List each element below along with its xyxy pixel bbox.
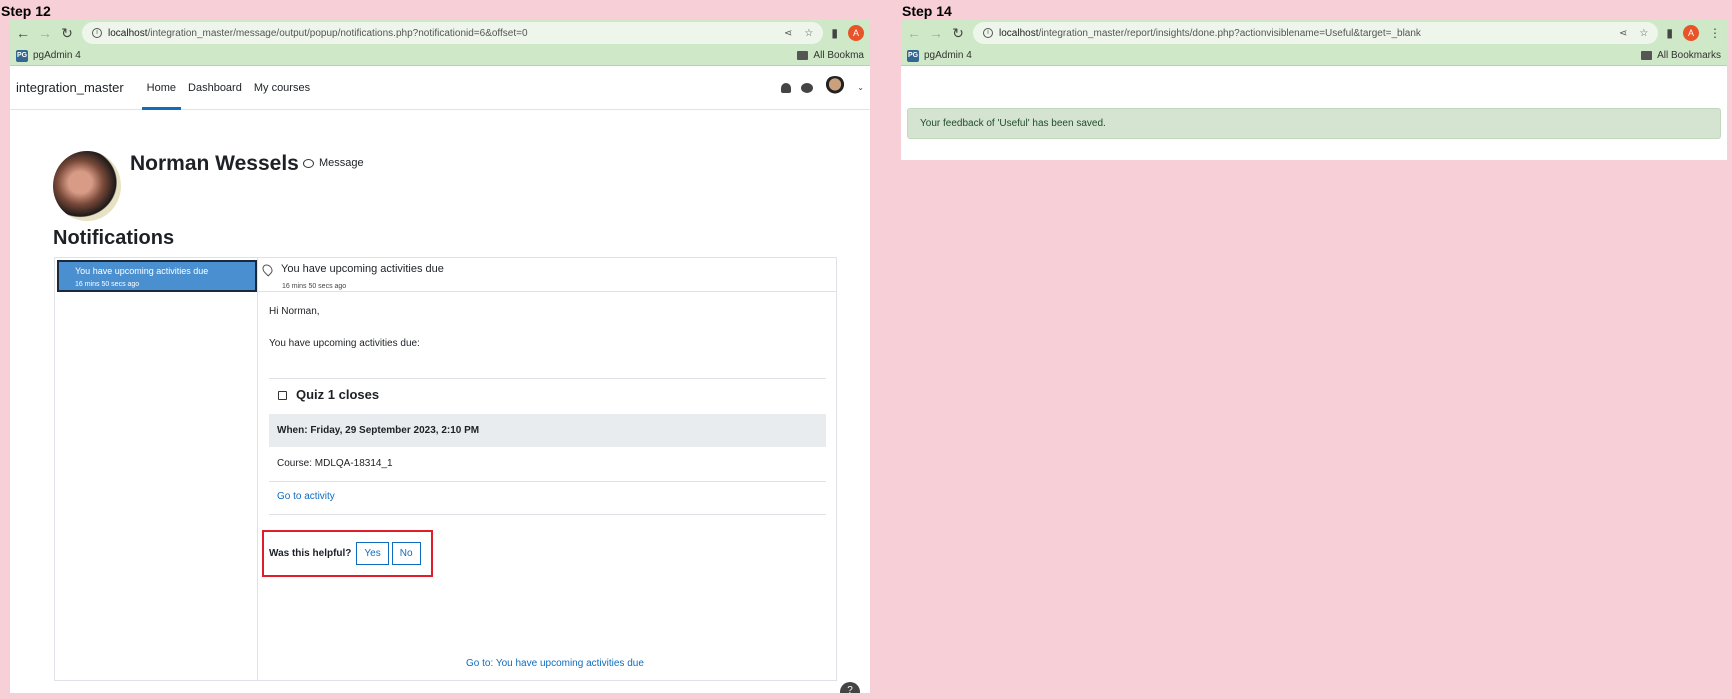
no-button[interactable]: No <box>391 542 421 565</box>
url-host: localhost <box>108 27 148 39</box>
go-to-activity-link[interactable]: Go to activity <box>277 491 335 502</box>
address-bar[interactable]: i localhost/integration_master/report/in… <box>973 22 1659 44</box>
forward-icon[interactable]: → <box>929 26 943 40</box>
pgadmin-icon: PG <box>907 49 919 62</box>
all-bookmarks[interactable]: All Bookma <box>813 50 864 61</box>
browser-toolbar: ← → ↻ i localhost/integration_master/rep… <box>901 20 1727 46</box>
browser-window-step14: ← → ↻ i localhost/integration_master/rep… <box>901 20 1727 160</box>
list-item-time: 16 mins 50 secs ago <box>75 281 140 288</box>
quiz-title: Quiz 1 closes <box>296 387 380 402</box>
yes-button[interactable]: Yes <box>356 542 389 565</box>
side-panel-icon[interactable]: ▮ <box>1666 26 1673 40</box>
nav-my-courses[interactable]: My courses <box>249 66 315 110</box>
moodle-navbar: integration_master Home Dashboard My cou… <box>10 66 870 110</box>
greeting: Hi Norman, <box>269 306 320 317</box>
notification-list-item[interactable]: You have upcoming activities due 16 mins… <box>57 260 257 292</box>
notification-list: You have upcoming activities due 16 mins… <box>55 258 258 680</box>
bell-icon[interactable] <box>781 82 792 93</box>
message-button[interactable]: Message <box>303 157 364 169</box>
browser-window-step12: ← → ↻ i localhost/integration_master/mes… <box>10 20 870 693</box>
nav-home[interactable]: Home <box>141 66 182 110</box>
back-icon[interactable]: ← <box>907 26 921 40</box>
site-info-icon[interactable]: i <box>983 28 993 38</box>
help-icon[interactable]: ? <box>840 682 860 693</box>
success-alert: Your feedback of 'Useful' has been saved… <box>907 108 1721 139</box>
profile-avatar-icon[interactable]: A <box>1683 25 1699 41</box>
divider <box>269 378 826 379</box>
profile-picture <box>53 151 121 221</box>
detail-subject: You have upcoming activities due <box>281 263 444 275</box>
site-info-icon[interactable]: i <box>92 28 102 38</box>
forward-icon[interactable]: → <box>38 26 52 40</box>
feedback-highlight: Was this helpful? Yes No <box>262 530 433 577</box>
bookmarks-bar: PG pgAdmin 4 All Bookmarks <box>901 46 1727 66</box>
profile-name: Norman Wessels <box>130 152 299 175</box>
star-icon[interactable]: ☆ <box>1639 28 1648 39</box>
back-icon[interactable]: ← <box>16 26 30 40</box>
more-menu-icon[interactable]: ⋮ <box>1709 26 1721 40</box>
url-host: localhost <box>999 27 1039 39</box>
browser-toolbar: ← → ↻ i localhost/integration_master/mes… <box>10 20 870 46</box>
reload-icon[interactable]: ↻ <box>60 26 74 40</box>
folder-icon <box>797 51 809 60</box>
bookmarks-bar: PG pgAdmin 4 All Bookma <box>10 46 870 66</box>
address-bar[interactable]: i localhost/integration_master/message/o… <box>82 22 824 44</box>
chevron-down-icon[interactable]: ⌄ <box>857 83 864 92</box>
share-icon[interactable]: ⋖ <box>1619 28 1627 39</box>
intro-text: You have upcoming activities due: <box>269 338 420 349</box>
reload-icon[interactable]: ↻ <box>951 26 965 40</box>
message-bubble-icon <box>303 158 314 168</box>
folder-icon <box>1641 51 1653 60</box>
location-pin-icon <box>260 262 275 277</box>
event-when: When: Friday, 29 September 2023, 2:10 PM <box>269 414 826 447</box>
go-to-notification-link[interactable]: Go to: You have upcoming activities due <box>466 658 644 669</box>
url-path: /integration_master/message/output/popup… <box>147 27 528 39</box>
quiz-check-icon <box>278 391 287 400</box>
step-12-label: Step 12 <box>1 3 51 19</box>
all-bookmarks[interactable]: All Bookmarks <box>1657 50 1721 61</box>
bookmark-pgadmin[interactable]: pgAdmin 4 <box>33 50 81 61</box>
message-label: Message <box>319 157 364 169</box>
divider <box>269 481 826 482</box>
side-panel-icon[interactable]: ▮ <box>831 26 838 40</box>
event-course: Course: MDLQA-18314_1 <box>277 458 393 469</box>
site-name[interactable]: integration_master <box>16 80 124 95</box>
detail-time: 16 mins 50 secs ago <box>282 283 347 290</box>
user-menu-avatar[interactable] <box>823 75 848 100</box>
url-path: /integration_master/report/insights/done… <box>1038 27 1421 39</box>
divider <box>269 514 826 515</box>
share-icon[interactable]: ⋖ <box>784 28 792 39</box>
profile-avatar-icon[interactable]: A <box>848 25 864 41</box>
list-item-subject: You have upcoming activities due <box>75 266 209 276</box>
bookmark-pgadmin[interactable]: pgAdmin 4 <box>924 50 972 61</box>
notification-detail-header: You have upcoming activities due 16 mins… <box>258 258 836 292</box>
pgadmin-icon: PG <box>16 49 28 62</box>
notifications-panel: You have upcoming activities due 16 mins… <box>54 257 837 681</box>
helpful-question: Was this helpful? <box>269 548 352 559</box>
messages-icon[interactable] <box>801 82 814 93</box>
page-title: Notifications <box>53 227 175 249</box>
step-14-label: Step 14 <box>902 3 952 19</box>
star-icon[interactable]: ☆ <box>804 28 813 39</box>
nav-dashboard[interactable]: Dashboard <box>183 66 247 110</box>
